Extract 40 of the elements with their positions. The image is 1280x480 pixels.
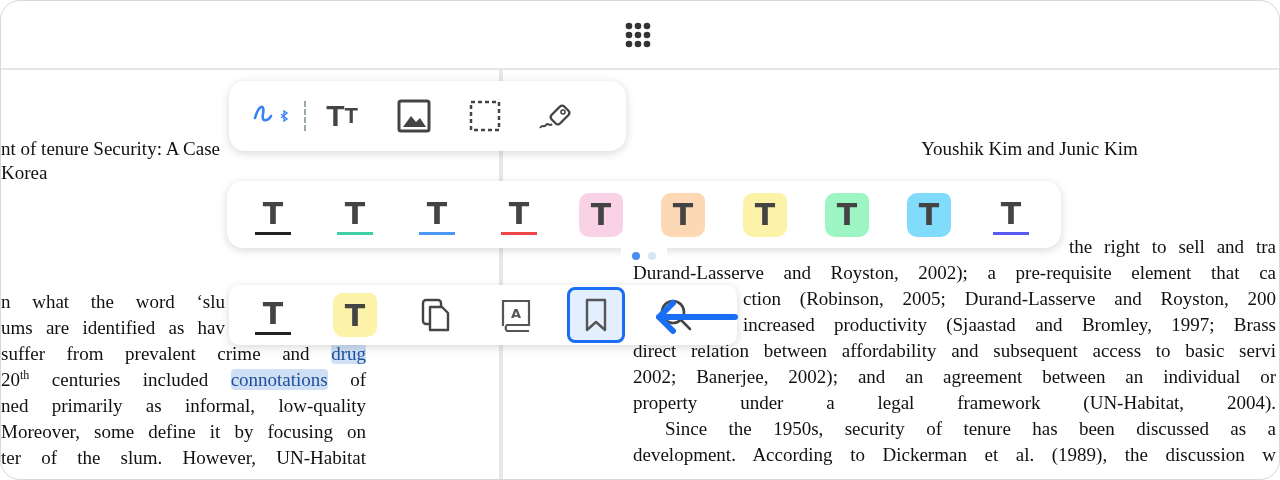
grid-menu-icon[interactable]	[624, 20, 652, 49]
bookmark-button[interactable]	[567, 287, 625, 343]
text-line: n what the word ‘slu	[1, 291, 225, 312]
text-line: of	[349, 369, 366, 390]
text-tool-button[interactable]: TT	[320, 94, 364, 138]
title-line: nt of tenure Security: A Case	[1, 137, 221, 161]
underline-button[interactable]: T	[993, 194, 1029, 235]
text-line: ums are identified as hav	[1, 317, 225, 338]
underline-button[interactable]: T	[255, 194, 291, 235]
text-line: property under a legal framework (UN-Habitat, 2004).	[633, 392, 1276, 413]
text-line: Moreover, some define it by focusing on	[1, 421, 366, 442]
text-line: ned primarily as informal, low-quality	[1, 395, 366, 416]
text-line: 2002; Banerjee, 2002); and an agreement between an individual or	[633, 366, 1276, 387]
underline-button[interactable]: T	[255, 295, 291, 335]
text-line: suffer from prevalent crime and	[1, 343, 311, 364]
highlighted-text: drug	[331, 343, 366, 364]
highlight-button[interactable]: T	[907, 192, 951, 237]
underline-button[interactable]: T	[419, 194, 455, 235]
highlight-button[interactable]: T	[743, 192, 787, 237]
underline-button[interactable]: T	[337, 194, 373, 235]
page-dot[interactable]	[632, 252, 640, 260]
highlight-button[interactable]: T	[661, 192, 705, 237]
text-line: increased productivity (Sjaastad and Bromley, 1997; Brass	[743, 314, 1276, 335]
text-line: ter of the slum. However, UN-Habitat	[1, 447, 366, 468]
page-dot[interactable]	[648, 252, 656, 260]
text-line: Since the 1950s, security of tenure has been discussed as a	[665, 418, 1276, 439]
text-line: direct relation between affordability and subsequent access to basic servi	[633, 340, 1276, 361]
highlight-button[interactable]: T	[825, 192, 869, 237]
text-line: ction (Robinson, 2005; Durand-Lasserve and Royston, 200	[743, 288, 1276, 309]
dictionary-button[interactable]: A	[487, 287, 545, 343]
running-head: Youshik Kim and Junic Kim	[920, 137, 1139, 161]
text-line: 20$^{th}$ centuries included	[1, 369, 210, 390]
highlight-button[interactable]: T	[579, 192, 623, 237]
underline-button[interactable]: T	[501, 194, 537, 235]
highlight-button[interactable]: T	[333, 293, 377, 337]
text-line: the right to sell and tra	[1069, 236, 1276, 257]
text-line: Durand-Lasserve and Royston, 2002); a pre-requisite element that ca	[633, 262, 1276, 283]
text-line: development. According to Dickerman et al. (1989), the discussion w	[633, 444, 1276, 465]
highlighted-text: connotations	[230, 369, 328, 390]
title-line: Korea	[1, 161, 49, 185]
